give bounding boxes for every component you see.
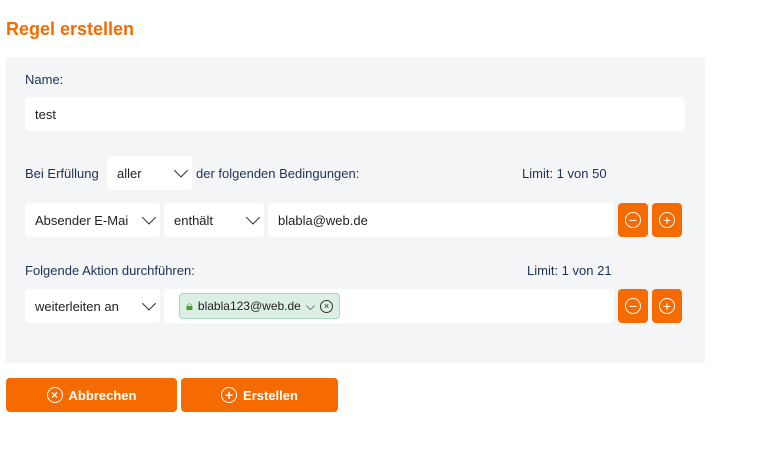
- remove-condition-button[interactable]: −: [618, 203, 648, 237]
- add-action-button[interactable]: +: [652, 289, 682, 323]
- operator-value: enthält: [174, 212, 214, 228]
- page-title: Regel erstellen: [6, 19, 135, 39]
- cancel-button[interactable]: × Abbrechen: [6, 378, 177, 412]
- name-input[interactable]: test: [25, 97, 685, 131]
- remove-chip-icon[interactable]: ×: [319, 299, 333, 313]
- name-value: test: [35, 106, 56, 122]
- minus-circle-icon: −: [625, 298, 641, 314]
- condition-value-input[interactable]: blabla@web.de: [268, 203, 614, 237]
- chevron-down-icon: [141, 210, 157, 225]
- conditions-suffix: der folgenden Bedingungen:: [196, 166, 360, 181]
- condition-operator-select[interactable]: enthält: [164, 203, 264, 237]
- field-value: Absender E-Mai: [35, 212, 129, 228]
- recipient-input[interactable]: 🔒︎ blabla123@web.de ⌵ ×: [164, 289, 614, 323]
- create-label: Erstellen: [243, 387, 298, 403]
- condition-field-select[interactable]: Absender E-Mai: [25, 203, 160, 237]
- action-type-value: weiterleiten an: [35, 298, 119, 314]
- chevron-down-icon[interactable]: ⌵: [306, 299, 315, 314]
- match-value: aller: [117, 165, 142, 181]
- remove-action-button[interactable]: −: [618, 289, 648, 323]
- cancel-label: Abbrechen: [68, 387, 137, 403]
- add-condition-button[interactable]: +: [652, 203, 682, 237]
- action-label: Folgende Aktion durchführen:: [25, 263, 195, 278]
- action-type-select[interactable]: weiterleiten an: [25, 289, 160, 323]
- condition-value: blabla@web.de: [278, 212, 368, 228]
- conditions-prefix: Bei Erfüllung: [25, 166, 99, 181]
- recipient-chip[interactable]: 🔒︎ blabla123@web.de ⌵ ×: [179, 293, 340, 319]
- recipient-email: blabla123@web.de: [197, 299, 301, 313]
- chevron-down-icon: [245, 210, 261, 225]
- minus-circle-icon: −: [625, 212, 641, 228]
- conditions-limit: Limit: 1 von 50: [522, 166, 607, 181]
- create-button[interactable]: + Erstellen: [181, 378, 338, 412]
- verified-lock-icon: 🔒︎: [186, 298, 193, 313]
- chevron-down-icon: [173, 163, 189, 178]
- plus-circle-icon: +: [659, 298, 675, 314]
- action-limit: Limit: 1 von 21: [527, 263, 612, 278]
- plus-circle-icon: +: [221, 387, 238, 403]
- close-circle-icon: ×: [46, 387, 63, 403]
- chevron-down-icon: [141, 296, 157, 311]
- plus-circle-icon: +: [659, 212, 675, 228]
- match-select[interactable]: aller: [107, 156, 192, 190]
- name-label: Name:: [25, 72, 64, 87]
